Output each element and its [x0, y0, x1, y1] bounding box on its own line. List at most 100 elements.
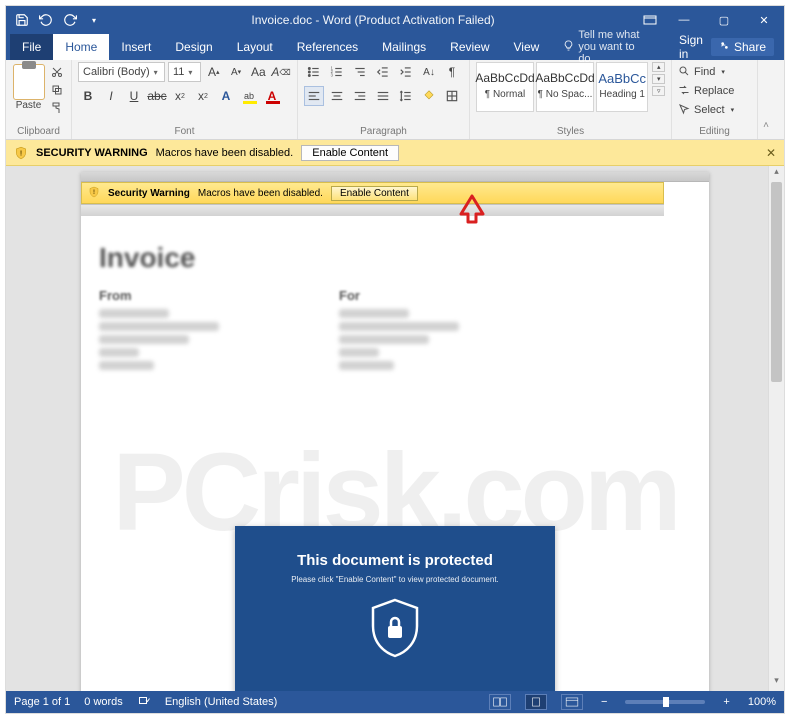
for-label: For	[339, 288, 459, 303]
document-area: ! Security Warning Macros have been disa…	[6, 166, 784, 691]
tab-insert[interactable]: Insert	[109, 34, 163, 60]
minimize-button[interactable]: —	[664, 6, 704, 34]
enable-content-button[interactable]: Enable Content	[301, 145, 399, 161]
vertical-scrollbar[interactable]: ▴ ▾	[768, 166, 784, 691]
superscript-button[interactable]: x2	[193, 86, 213, 106]
signin-link[interactable]: Sign in	[679, 33, 703, 61]
titlebar: ▾ Invoice.doc - Word (Product Activation…	[6, 6, 784, 34]
style-normal[interactable]: AaBbCcDd ¶ Normal	[476, 62, 534, 112]
tab-references[interactable]: References	[285, 34, 370, 60]
window-title: Invoice.doc - Word (Product Activation F…	[110, 13, 636, 27]
italic-button[interactable]: I	[101, 86, 121, 106]
borders-icon[interactable]	[442, 86, 462, 106]
highlight-icon[interactable]: ab	[239, 86, 259, 106]
clear-format-icon[interactable]: A⌫	[271, 62, 291, 82]
copy-icon[interactable]	[49, 82, 65, 98]
justify-icon[interactable]	[373, 86, 393, 106]
tab-design[interactable]: Design	[163, 34, 224, 60]
close-button[interactable]: ✕	[744, 6, 784, 34]
grow-font-icon[interactable]: A▴	[204, 62, 223, 82]
maximize-button[interactable]: ▢	[704, 6, 744, 34]
change-case-icon[interactable]: Aa	[249, 62, 268, 82]
zoom-slider[interactable]	[625, 700, 705, 704]
tab-layout[interactable]: Layout	[225, 34, 285, 60]
word-count[interactable]: 0 words	[84, 696, 123, 708]
sort-icon[interactable]: A↓	[419, 62, 439, 82]
shrink-font-icon[interactable]: A▾	[226, 62, 245, 82]
replace-icon	[678, 84, 690, 99]
subscript-button[interactable]: x2	[170, 86, 190, 106]
web-layout-icon[interactable]	[561, 694, 583, 710]
replace-button[interactable]: Replace	[678, 83, 751, 99]
styles-more-icon[interactable]: ▴▾▿	[650, 62, 665, 96]
doc-heading: Invoice	[99, 242, 691, 274]
security-warning-bar: ! SECURITY WARNING Macros have been disa…	[6, 140, 784, 166]
language-indicator[interactable]: English (United States)	[165, 696, 278, 708]
tell-me[interactable]: Tell me what you want to do...	[551, 34, 669, 60]
select-button[interactable]: Select▾	[678, 102, 751, 118]
tab-file[interactable]: File	[10, 34, 53, 60]
zoom-in-icon[interactable]: +	[719, 696, 733, 708]
protected-subtitle: Please click "Enable Content" to view pr…	[235, 575, 555, 584]
decrease-indent-icon[interactable]	[373, 62, 393, 82]
pilcrow-icon[interactable]: ¶	[442, 62, 462, 82]
increase-indent-icon[interactable]	[396, 62, 416, 82]
shield-icon: !	[14, 146, 28, 160]
bold-button[interactable]: B	[78, 86, 98, 106]
cut-icon[interactable]	[49, 64, 65, 80]
save-icon[interactable]	[12, 10, 32, 30]
tab-home[interactable]: Home	[53, 34, 109, 60]
undo-icon[interactable]	[36, 10, 56, 30]
font-name-combo[interactable]: Calibri (Body)▾	[78, 62, 165, 82]
from-label: From	[99, 288, 219, 303]
multilevel-icon[interactable]	[350, 62, 370, 82]
align-right-icon[interactable]	[350, 86, 370, 106]
style-nospacing[interactable]: AaBbCcDd ¶ No Spac...	[536, 62, 594, 112]
bullets-icon[interactable]	[304, 62, 324, 82]
shield-icon: !	[88, 186, 100, 201]
page-indicator[interactable]: Page 1 of 1	[14, 696, 70, 708]
group-editing-label: Editing	[678, 126, 751, 139]
strike-button[interactable]: abc	[147, 86, 167, 106]
group-clipboard-label: Clipboard	[12, 126, 65, 139]
shading-icon[interactable]	[419, 86, 439, 106]
font-color-icon[interactable]: A	[262, 86, 282, 106]
numbering-icon[interactable]: 123	[327, 62, 347, 82]
qat-more-icon[interactable]: ▾	[84, 10, 104, 30]
embedded-enable-content-button: Enable Content	[331, 186, 418, 201]
read-mode-icon[interactable]	[489, 694, 511, 710]
secbar-close-icon[interactable]: ✕	[766, 146, 776, 160]
share-button[interactable]: Share	[711, 38, 774, 56]
group-font-label: Font	[78, 126, 291, 139]
red-arrow-icon	[459, 194, 485, 229]
group-paragraph-label: Paragraph	[304, 126, 463, 139]
status-bar: Page 1 of 1 0 words English (United Stat…	[6, 691, 784, 713]
align-left-icon[interactable]	[304, 86, 324, 106]
search-icon	[678, 65, 690, 80]
zoom-out-icon[interactable]: −	[597, 696, 611, 708]
shield-lock-icon	[367, 596, 423, 660]
line-spacing-icon[interactable]	[396, 86, 416, 106]
tab-mailings[interactable]: Mailings	[370, 34, 438, 60]
find-button[interactable]: Find▾	[678, 64, 751, 80]
spellcheck-icon[interactable]	[137, 695, 151, 710]
underline-button[interactable]: U	[124, 86, 144, 106]
svg-text:3: 3	[331, 73, 334, 78]
group-styles-label: Styles	[476, 126, 665, 139]
align-center-icon[interactable]	[327, 86, 347, 106]
tab-review[interactable]: Review	[438, 34, 501, 60]
collapse-ribbon-icon[interactable]: ˄	[758, 60, 774, 139]
lightbulb-icon	[563, 40, 574, 54]
share-icon	[719, 40, 730, 54]
font-size-combo[interactable]: 11▾	[168, 62, 201, 82]
format-painter-icon[interactable]	[49, 100, 65, 116]
text-effects-icon[interactable]: A	[216, 86, 236, 106]
print-layout-icon[interactable]	[525, 694, 547, 710]
style-heading1[interactable]: AaBbCc Heading 1	[596, 62, 648, 112]
tell-me-placeholder: Tell me what you want to do...	[578, 29, 657, 65]
paste-button[interactable]: Paste	[12, 62, 45, 111]
redo-icon[interactable]	[60, 10, 80, 30]
tab-view[interactable]: View	[502, 34, 552, 60]
zoom-level[interactable]: 100%	[748, 696, 776, 708]
embedded-security-bar: ! Security Warning Macros have been disa…	[81, 182, 664, 204]
